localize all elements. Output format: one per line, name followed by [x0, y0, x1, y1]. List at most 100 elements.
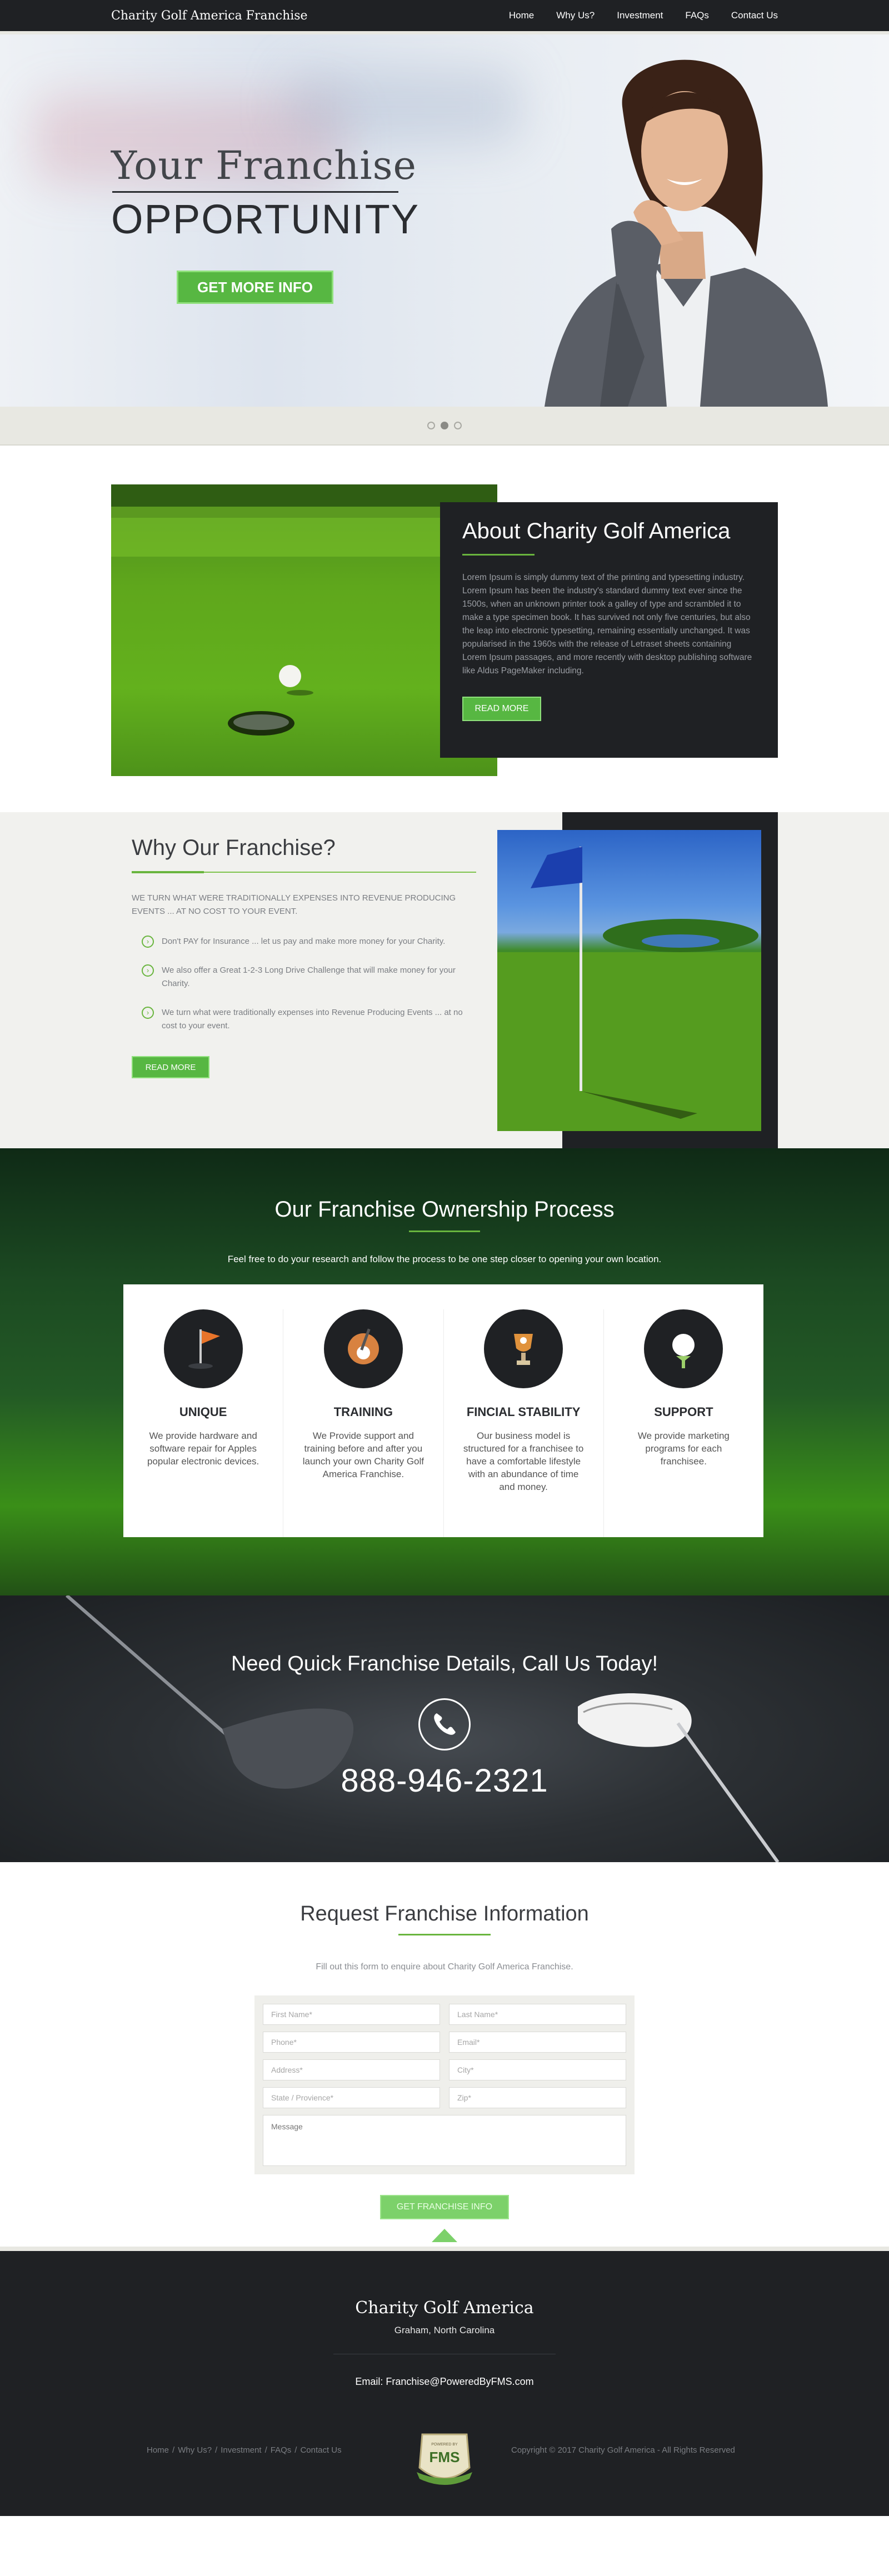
email-field[interactable]	[449, 2032, 626, 2053]
hero-divider	[112, 191, 398, 193]
link-separator: /	[264, 2445, 267, 2455]
footer-link-faqs[interactable]: FAQs	[271, 2445, 292, 2455]
link-separator: /	[172, 2445, 175, 2455]
scroll-top-arrow-icon[interactable]	[432, 2229, 457, 2242]
badge-text: FMS	[429, 2449, 460, 2465]
ownership-process-section: Our Franchise Ownership Process Feel fre…	[0, 1148, 889, 1595]
hero-background-blur	[289, 68, 522, 146]
nav-faqs-link[interactable]: FAQs	[685, 10, 709, 21]
why-heading: Why Our Franchise?	[132, 836, 336, 860]
why-section: Why Our Franchise? WE TURN WHAT WERE TRA…	[0, 812, 889, 1148]
top-navigation: Charity Golf America Franchise Home Why …	[0, 0, 889, 34]
phone-icon	[418, 1698, 471, 1750]
main-nav: Home Why Us? Investment FAQs Contact Us	[509, 10, 778, 21]
badge-top-text: POWERED BY	[431, 2443, 458, 2447]
call-heading: Need Quick Franchise Details, Call Us To…	[231, 1652, 658, 1675]
nav-why-us-link[interactable]: Why Us?	[556, 10, 595, 21]
site-brand[interactable]: Charity Golf America Franchise	[111, 9, 308, 23]
franchise-form	[254, 1995, 635, 2174]
process-item-title: SUPPORT	[654, 1405, 713, 1419]
footer-link-contact[interactable]: Contact Us	[300, 2445, 341, 2455]
process-item-text: We Provide support and training before a…	[302, 1430, 424, 1479]
why-point-text: We also offer a Great 1-2-3 Long Drive C…	[162, 966, 456, 988]
footer-company-name: Charity Golf America	[355, 2298, 534, 2318]
process-item-title: TRAINING	[333, 1405, 393, 1419]
golf-flag-photo	[497, 830, 761, 1131]
address-field[interactable]	[263, 2059, 440, 2080]
about-section: About Charity Golf America Lorem Ipsum i…	[0, 446, 889, 812]
process-item-financial: FINCIAL STABILITY Our business model is …	[444, 1309, 604, 1537]
message-field[interactable]	[263, 2115, 626, 2166]
heading-divider	[462, 554, 535, 556]
process-item-text: We provide hardware and software repair …	[147, 1430, 259, 1467]
why-read-more-button[interactable]: READ MORE	[132, 1056, 209, 1078]
heading-divider	[409, 1231, 480, 1232]
hero-title: Your Franchise	[111, 143, 417, 188]
hero-slider: Your Franchise OPPORTUNITY GET MORE INFO	[0, 34, 889, 407]
process-item-support: SUPPORT We provide marketing programs fo…	[604, 1309, 763, 1537]
get-more-info-button[interactable]: GET MORE INFO	[177, 271, 333, 304]
process-heading: Our Franchise Ownership Process	[274, 1197, 615, 1222]
slider-pagination	[0, 407, 889, 446]
form-subheading: Fill out this form to enquire about Char…	[316, 1962, 573, 1972]
process-item-title: UNIQUE	[179, 1405, 227, 1419]
golf-flag-icon	[163, 1309, 243, 1388]
why-subheading: WE TURN WHAT WERE TRADITIONALLY EXPENSES…	[132, 893, 456, 916]
footer-link-home[interactable]: Home	[147, 2445, 169, 2455]
list-item: › We turn what were traditionally expense…	[132, 1006, 476, 1033]
fms-badge-logo[interactable]: POWERED BY FMS	[406, 2429, 483, 2493]
copyright-text: Copyright © 2017 Charity Golf America - …	[511, 2445, 735, 2455]
list-item: › Don't PAY for Insurance ... let us pay …	[132, 935, 476, 948]
get-franchise-info-button[interactable]: GET FRANCHISE INFO	[380, 2195, 509, 2219]
state-field[interactable]	[263, 2087, 440, 2108]
about-heading: About Charity Golf America	[462, 519, 731, 543]
process-item-title: FINCIAL STABILITY	[466, 1405, 581, 1419]
city-field[interactable]	[449, 2059, 626, 2080]
nav-contact-link[interactable]: Contact Us	[731, 10, 778, 21]
call-section: Need Quick Franchise Details, Call Us To…	[0, 1595, 889, 1862]
golf-club-right-image	[578, 1693, 780, 1862]
footer-links: Home / Why Us? / Investment / FAQs / Con…	[147, 2445, 342, 2455]
request-info-section: Request Franchise Information Fill out t…	[0, 1862, 889, 2251]
footer-link-investment[interactable]: Investment	[221, 2445, 261, 2455]
about-card: About Charity Golf America Lorem Ipsum i…	[440, 502, 778, 758]
heading-divider	[398, 1934, 491, 1935]
golf-hole-photo	[111, 484, 497, 776]
businesswoman-photo	[545, 59, 828, 407]
slider-dot-1[interactable]	[427, 422, 435, 429]
nav-investment-link[interactable]: Investment	[617, 10, 663, 21]
process-subheading: Feel free to do your research and follow…	[227, 1254, 662, 1264]
why-content: Why Our Franchise? WE TURN WHAT WERE TRA…	[132, 836, 476, 1078]
heading-divider	[132, 871, 476, 873]
trophy-icon	[484, 1309, 563, 1388]
link-separator: /	[294, 2445, 297, 2455]
footer-email[interactable]: Email: Franchise@PoweredByFMS.com	[0, 2376, 889, 2388]
slider-dot-3[interactable]	[454, 422, 462, 429]
check-icon: ›	[142, 936, 154, 948]
zip-field[interactable]	[449, 2087, 626, 2108]
first-name-field[interactable]	[263, 2004, 440, 2025]
check-icon: ›	[142, 1007, 154, 1019]
process-item-text: We provide marketing programs for each f…	[637, 1430, 730, 1467]
list-item: › We also offer a Great 1-2-3 Long Drive …	[132, 964, 476, 991]
about-body: Lorem Ipsum is simply dummy text of the …	[462, 573, 752, 676]
about-read-more-button[interactable]: READ MORE	[462, 697, 541, 721]
why-point-text: Don't PAY for Insurance ... let us pay a…	[162, 937, 446, 946]
process-item-unique: UNIQUE We provide hardware and software …	[123, 1309, 284, 1537]
process-cards: UNIQUE We provide hardware and software …	[123, 1284, 763, 1537]
why-points: › Don't PAY for Insurance ... let us pay …	[132, 935, 476, 1033]
last-name-field[interactable]	[449, 2004, 626, 2025]
check-icon: ›	[142, 964, 154, 977]
footer-link-why-us[interactable]: Why Us?	[178, 2445, 212, 2455]
nav-home-link[interactable]: Home	[509, 10, 534, 21]
link-separator: /	[215, 2445, 218, 2455]
hero-subtitle: OPPORTUNITY	[111, 196, 420, 242]
process-item-text: Our business model is structured for a f…	[463, 1430, 584, 1492]
process-item-training: TRAINING We Provide support and training…	[283, 1309, 444, 1537]
site-footer: Charity Golf America Graham, North Carol…	[0, 2229, 889, 2516]
golf-tee-icon	[644, 1309, 723, 1388]
golf-ball-club-icon	[323, 1309, 403, 1388]
form-heading: Request Franchise Information	[300, 1902, 589, 1925]
slider-dot-2[interactable]	[441, 422, 448, 429]
phone-field[interactable]	[263, 2032, 440, 2053]
